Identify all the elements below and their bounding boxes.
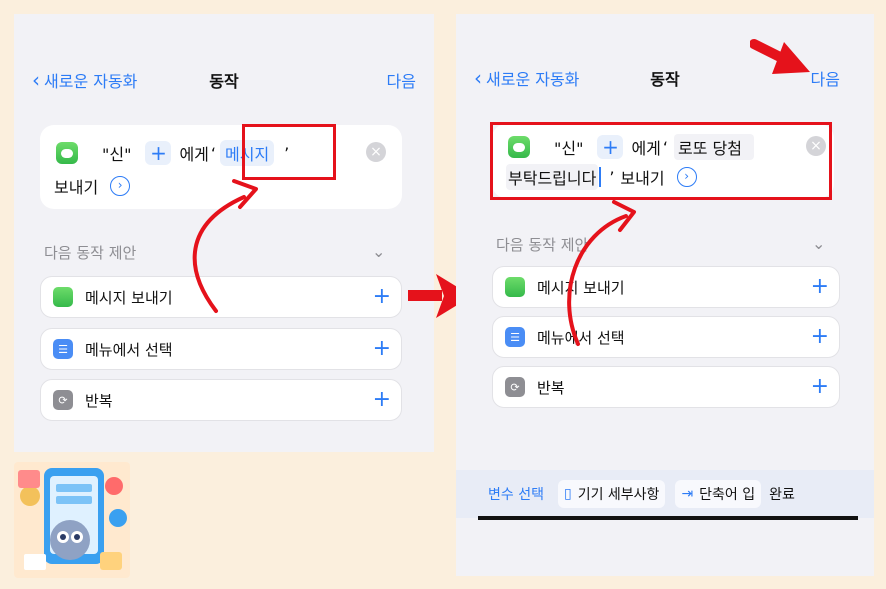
send-label: 보내기 — [54, 178, 99, 197]
menu-icon: ☰ — [505, 327, 525, 347]
device-details-label: 기기 세부사항 — [577, 487, 660, 503]
divider — [478, 516, 858, 520]
clear-icon[interactable]: × — [366, 142, 386, 162]
suggestion-label: 메뉴에서 선택 — [85, 340, 173, 359]
add-icon[interactable]: + — [373, 388, 391, 412]
done-button[interactable]: 완료 — [769, 484, 795, 504]
recipient-token[interactable]: "신" — [102, 141, 131, 165]
annotation-box — [490, 122, 832, 200]
shortcut-input-button[interactable]: ⇥ 단축어 입 — [675, 480, 762, 508]
to-label: 에게 — [179, 145, 209, 164]
menu-icon: ☰ — [53, 339, 73, 359]
suggestion-row[interactable]: ⟳ 반복 + — [40, 379, 402, 421]
repeat-icon: ⟳ — [53, 390, 73, 410]
repeat-icon: ⟳ — [505, 377, 525, 397]
messages-icon — [505, 277, 525, 297]
suggestions-header: 다음 동작 제안 — [44, 244, 137, 262]
mascot-illustration — [14, 462, 130, 578]
add-recipient-button[interactable]: + — [145, 141, 172, 165]
keyboard-toolbar: 변수 선택 ▯ 기기 세부사항 ⇥ 단축어 입 완료 — [456, 470, 874, 518]
right-screenshot: ‹ 새로운 자동화 동작 다음 "신" + 에게 ‘ 로또 당첨 × 부탁드립니… — [456, 14, 874, 576]
left-screenshot: ‹ 새로운 자동화 동작 다음 "신" + 에게 ‘ 메시지 ’ × 보내기 ›… — [14, 14, 434, 452]
quote-open: ‘ — [210, 143, 216, 163]
nav-title: 동작 — [209, 72, 239, 91]
suggestion-label: 반복 — [537, 378, 565, 397]
expand-arrow-icon[interactable]: › — [110, 176, 131, 196]
variable-select-button[interactable]: 변수 선택 — [488, 484, 544, 504]
annotation-arrow-icon — [750, 39, 810, 74]
nav-bar: ‹ 새로운 자동화 동작 다음 — [14, 66, 434, 96]
add-icon[interactable]: + — [811, 275, 829, 299]
annotation-curve-arrow — [567, 200, 636, 346]
phone-icon: ▯ — [563, 486, 572, 502]
chevron-down-icon[interactable]: ⌄ — [812, 234, 825, 253]
suggestion-label: 메시지 보내기 — [85, 288, 173, 307]
suggestion-label: 반복 — [85, 391, 113, 410]
next-button[interactable]: 다음 — [387, 68, 416, 92]
shortcut-input-label: 단축어 입 — [699, 487, 756, 503]
add-icon[interactable]: + — [373, 285, 391, 309]
device-details-button[interactable]: ▯ 기기 세부사항 — [557, 480, 666, 508]
messages-app-icon — [56, 142, 78, 164]
suggestion-row[interactable]: ☰ 메뉴에서 선택 + — [40, 328, 402, 370]
messages-icon — [53, 287, 73, 307]
annotation-curve-arrow — [192, 179, 258, 313]
suggestion-row[interactable]: ☰ 메뉴에서 선택 + — [492, 316, 840, 358]
suggestion-row[interactable]: 메시지 보내기 + — [492, 266, 840, 308]
chevron-down-icon[interactable]: ⌄ — [372, 242, 385, 261]
input-icon: ⇥ — [681, 486, 694, 502]
suggestion-row[interactable]: ⟳ 반복 + — [492, 366, 840, 408]
add-icon[interactable]: + — [811, 325, 829, 349]
add-icon[interactable]: + — [373, 337, 391, 361]
add-icon[interactable]: + — [811, 375, 829, 399]
